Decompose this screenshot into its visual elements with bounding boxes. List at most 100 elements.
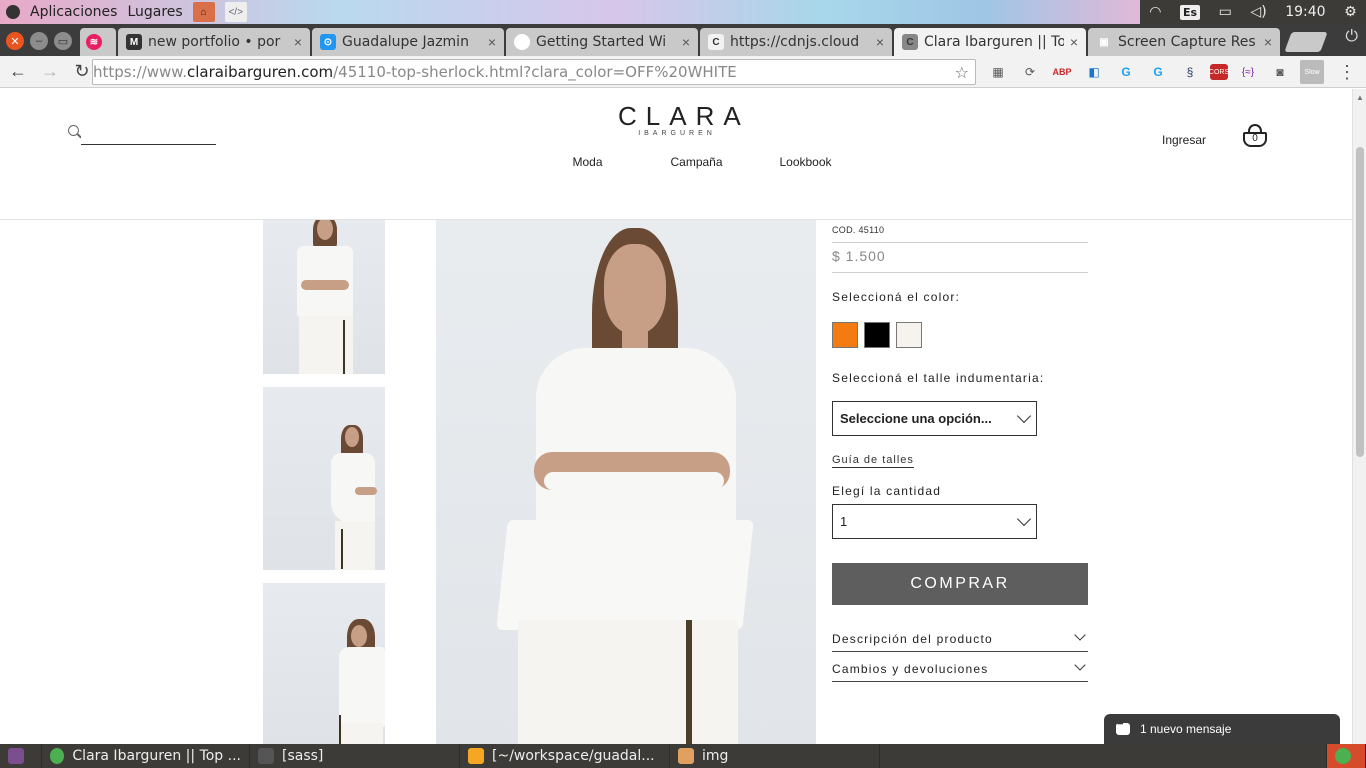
cors-icon[interactable]: CORS [1209, 64, 1229, 80]
chat-bubble-icon [1116, 719, 1130, 735]
window-maximize-icon[interactable]: ▭ [54, 32, 72, 50]
product-thumbnail-1[interactable] [263, 220, 385, 374]
color-swatch-off-white[interactable] [896, 322, 922, 348]
keyboard-language[interactable]: Es [1180, 4, 1201, 20]
launcher-home-icon[interactable]: ⌂ [192, 2, 215, 22]
cart-count: 0 [1252, 133, 1258, 144]
tab-title: Screen Capture Res [1118, 34, 1256, 50]
color-swatch-orange[interactable] [832, 322, 858, 348]
tab-favicon-icon: C [902, 34, 918, 50]
chevron-down-icon [1016, 408, 1032, 424]
tab-cdnjs[interactable]: C https://cdnjs.cloud × [700, 28, 892, 56]
buy-button[interactable]: COMPRAR [832, 563, 1088, 605]
taskbar-item-chrome[interactable]: Clara Ibarguren || Top ... [42, 744, 250, 768]
adblock-icon[interactable]: ABP [1050, 60, 1074, 84]
extension-s-icon[interactable]: § [1178, 60, 1202, 84]
new-tab-button[interactable] [1284, 32, 1328, 52]
camera-icon[interactable]: ◙ [1268, 60, 1292, 84]
address-bar[interactable]: ⓘ https://www.claraibarguren.com/45110-t… [92, 59, 976, 210]
tab-close-icon[interactable]: × [682, 34, 690, 50]
wifi-icon[interactable]: ◠ [1149, 4, 1161, 20]
size-guide-link[interactable]: Guía de talles [832, 454, 914, 468]
tab-close-icon[interactable]: × [1264, 34, 1272, 50]
extension-square-icon[interactable]: ◧ [1082, 60, 1106, 84]
system-gear-icon[interactable]: ⚙ [1344, 4, 1357, 20]
size-label: Seleccioná el talle indumentaria: [832, 371, 1045, 385]
taskbar-item-label: img [702, 748, 729, 764]
places-menu[interactable]: Lugares [127, 4, 182, 20]
search-icon[interactable] [68, 125, 79, 136]
spotify-icon: ≋ [86, 34, 102, 50]
chrome-menu-icon[interactable]: ⋮ [1338, 62, 1356, 83]
tab-getting-started[interactable]: S Getting Started Wi × [506, 28, 698, 56]
extension-icons: ▦ ⟳ ABP ◧ G G § CORS {≈} ◙ Slow [986, 60, 1324, 84]
chat-message-text: 1 nuevo mensaje [1140, 722, 1232, 736]
divider [832, 242, 1088, 243]
taskbar-item-files[interactable]: img [670, 744, 880, 768]
nav-item-lookbook[interactable]: Lookbook [751, 155, 860, 169]
product-thumbnail-3[interactable] [263, 583, 385, 744]
site-logo[interactable]: CLARA IBARGUREN [612, 101, 742, 137]
taskbar-chrome-launcher[interactable] [1326, 744, 1366, 768]
window-close-icon[interactable]: ✕ [6, 32, 24, 50]
extension-slow-icon[interactable]: Slow [1300, 60, 1324, 84]
volume-icon[interactable]: ◁) [1250, 4, 1266, 20]
window-minimize-icon[interactable]: – [30, 32, 48, 50]
tab-pinned-spotify[interactable]: ≋ [80, 28, 116, 56]
json-viewer-icon[interactable]: {≈} [1236, 60, 1260, 84]
tab-guadalupe[interactable]: ⊙ Guadalupe Jazmin × [312, 28, 504, 56]
tab-close-icon[interactable]: × [488, 34, 496, 50]
launcher-editor-icon[interactable]: </> [224, 2, 247, 22]
tab-screen-capture[interactable]: ▣ Screen Capture Res × [1088, 28, 1280, 56]
grammarly-icon[interactable]: G [1114, 60, 1138, 84]
login-link[interactable]: Ingresar [1162, 133, 1206, 147]
tab-close-icon[interactable]: × [1070, 34, 1078, 50]
back-arrow-icon[interactable]: ← [4, 58, 32, 86]
accordion-description[interactable]: Descripción del producto [832, 622, 1088, 652]
accordion-description-label: Descripción del producto [832, 632, 993, 646]
site-header: CLARA IBARGUREN Moda Campaña Lookbook In… [0, 89, 1352, 220]
size-select[interactable]: Seleccione una opción... [832, 401, 1037, 436]
quantity-select[interactable]: 1 [832, 504, 1037, 539]
forward-arrow-icon[interactable]: → [36, 58, 64, 86]
chrome-profile-icon[interactable]: ⏻ [1345, 28, 1358, 46]
tab-clara-ibarguren[interactable]: C Clara Ibarguren || To × [894, 28, 1086, 56]
scroll-up-icon[interactable]: ▲ [1356, 93, 1364, 102]
bookmark-star-icon[interactable]: ☆ [955, 63, 969, 82]
chrome-small-icon [1335, 748, 1351, 764]
taskbar-item-terminal[interactable]: [sass] [250, 744, 460, 768]
divider [832, 272, 1088, 273]
quantity-label: Elegí la cantidad [832, 484, 942, 498]
accordion-returns[interactable]: Cambios y devoluciones [832, 652, 1088, 682]
tab-portfolio[interactable]: M new portfolio • por × [118, 28, 310, 56]
applications-menu[interactable]: Aplicaciones [30, 4, 117, 20]
tab-close-icon[interactable]: × [876, 34, 884, 50]
product-code: COD. 45110 [832, 225, 885, 235]
cart-button[interactable]: 0 [1242, 123, 1270, 151]
grammarly-alt-icon[interactable]: G [1146, 60, 1170, 84]
url-path: /45110-top-sherlock.html?clara_color=OFF… [333, 63, 737, 81]
extension-grid-icon[interactable]: ▦ [986, 60, 1010, 84]
clock[interactable]: 19:40 [1285, 4, 1325, 20]
product-main-image[interactable] [436, 220, 816, 744]
search-input[interactable] [81, 125, 216, 145]
scrollbar-thumb[interactable] [1356, 147, 1364, 457]
page-scrollbar[interactable]: ▲ [1352, 89, 1366, 744]
page-viewport: CLARA IBARGUREN Moda Campaña Lookbook In… [0, 89, 1352, 744]
nav-item-moda[interactable]: Moda [533, 155, 642, 169]
color-label: Seleccioná el color: [832, 290, 961, 304]
tab-close-icon[interactable]: × [294, 34, 302, 50]
quantity-select-value: 1 [840, 514, 848, 529]
os-status-area: ◠ Es ▭ ◁) 19:40 ⚙ [1140, 0, 1366, 24]
product-thumbnail-2[interactable] [263, 387, 385, 570]
nav-item-campana[interactable]: Campaña [642, 155, 751, 169]
show-desktop-button[interactable] [0, 744, 42, 768]
tab-title: Guadalupe Jazmin [342, 34, 469, 50]
chat-widget[interactable]: 1 nuevo mensaje [1104, 714, 1340, 744]
extension-sync-icon[interactable]: ⟳ [1018, 60, 1042, 84]
accordion-returns-label: Cambios y devoluciones [832, 662, 989, 676]
size-select-value: Seleccione una opción... [840, 411, 992, 426]
battery-icon[interactable]: ▭ [1219, 4, 1232, 20]
color-swatch-black[interactable] [864, 322, 890, 348]
taskbar-item-sublime[interactable]: [~/workspace/guadal... [460, 744, 670, 768]
